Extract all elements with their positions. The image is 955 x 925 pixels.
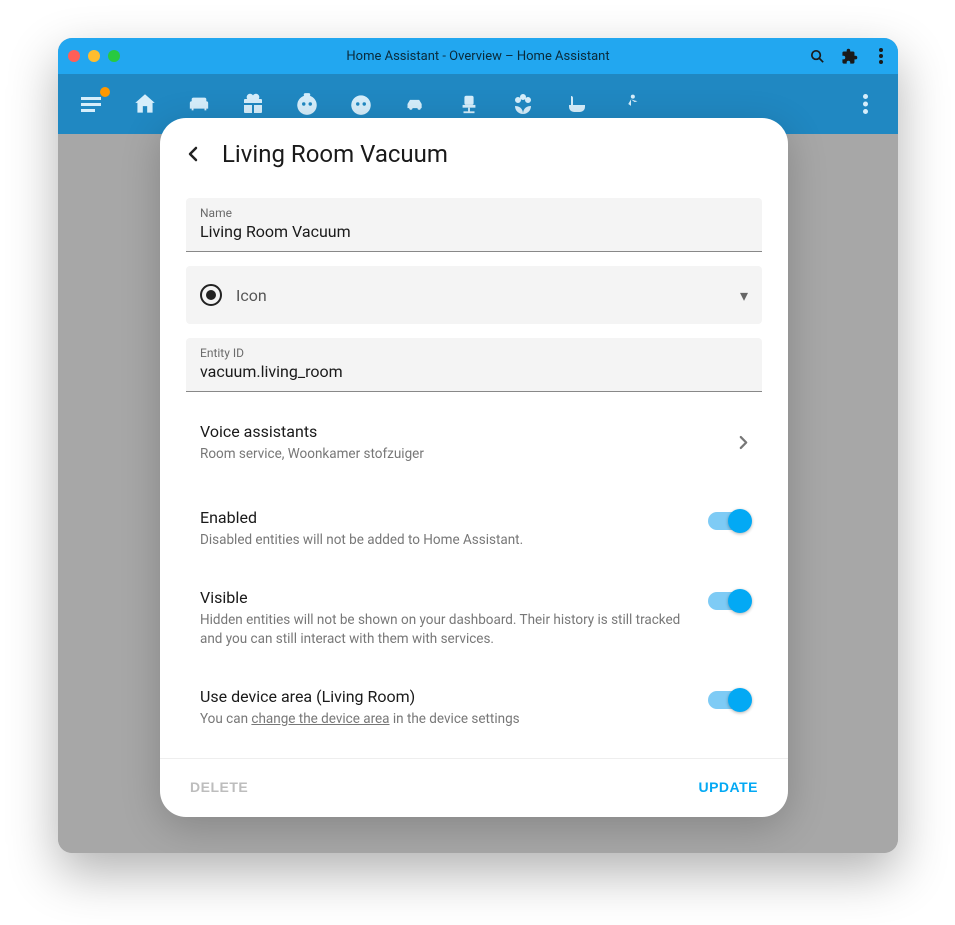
visible-row: Visible Hidden entities will not be show… [186,570,762,653]
name-label: Name [200,206,748,220]
app-window: Home Assistant - Overview – Home Assista… [58,38,898,853]
dialog-body: Name Icon ▾ Entity ID Voice assistants R… [160,178,788,742]
dialog-header: Living Room Vacuum [160,118,788,178]
area-toggle[interactable] [708,691,748,709]
home-icon[interactable] [132,91,158,117]
toolbar-more-icon[interactable] [852,91,878,117]
entity-id-field[interactable]: Entity ID [186,338,762,392]
change-area-link[interactable]: change the device area [251,711,389,727]
area-subtitle: You can change the device area in the de… [200,710,688,729]
voice-assistants-row[interactable]: Voice assistants Room service, Woonkamer… [186,402,762,472]
notification-badge [100,87,110,97]
search-icon[interactable] [808,47,826,65]
name-field[interactable]: Name [186,198,762,252]
dropdown-icon: ▾ [740,286,748,305]
entity-settings-dialog: Living Room Vacuum Name Icon ▾ Entity ID… [160,118,788,817]
back-button[interactable] [188,146,198,162]
car-icon[interactable] [402,91,428,117]
enabled-title: Enabled [200,508,688,527]
bath-icon[interactable] [564,91,590,117]
enabled-row: Enabled Disabled entities will not be ad… [186,490,762,554]
gift-icon[interactable] [240,91,266,117]
update-button[interactable]: UPDATE [698,779,758,795]
area-row: Use device area (Living Room) You can ch… [186,669,762,733]
entity-id-label: Entity ID [200,346,748,360]
window-title: Home Assistant - Overview – Home Assista… [58,49,898,64]
dialog-title: Living Room Vacuum [222,140,448,168]
maximize-window-button[interactable] [108,50,120,62]
run-icon[interactable] [618,91,644,117]
visible-subtitle: Hidden entities will not be shown on you… [200,611,688,649]
visible-title: Visible [200,588,688,607]
icon-label: Icon [236,286,267,305]
titlebar-actions [808,47,890,65]
menu-icon[interactable] [78,91,104,117]
area-title: Use device area (Living Room) [200,687,688,706]
area-suffix: in the device settings [390,711,520,727]
name-input[interactable] [200,222,748,241]
delete-button[interactable]: DELETE [190,779,248,795]
window-controls [68,50,120,62]
robot-icon[interactable] [294,91,320,117]
chevron-right-icon [739,435,748,450]
entity-id-input[interactable] [200,362,748,381]
chair-icon[interactable] [456,91,482,117]
area-prefix: You can [200,711,251,727]
extension-icon[interactable] [840,47,858,65]
dialog-footer: DELETE UPDATE [160,758,788,817]
flower-icon[interactable] [510,91,536,117]
vacuum-icon [200,284,222,306]
sofa-icon[interactable] [186,91,212,117]
enabled-subtitle: Disabled entities will not be added to H… [200,531,688,550]
visible-toggle[interactable] [708,592,748,610]
icon-select[interactable]: Icon ▾ [186,266,762,324]
close-window-button[interactable] [68,50,80,62]
robot2-icon[interactable] [348,91,374,117]
enabled-toggle[interactable] [708,512,748,530]
minimize-window-button[interactable] [88,50,100,62]
voice-subtitle: Room service, Woonkamer stofzuiger [200,445,739,464]
more-icon[interactable] [872,47,890,65]
titlebar: Home Assistant - Overview – Home Assista… [58,38,898,74]
voice-title: Voice assistants [200,422,739,441]
